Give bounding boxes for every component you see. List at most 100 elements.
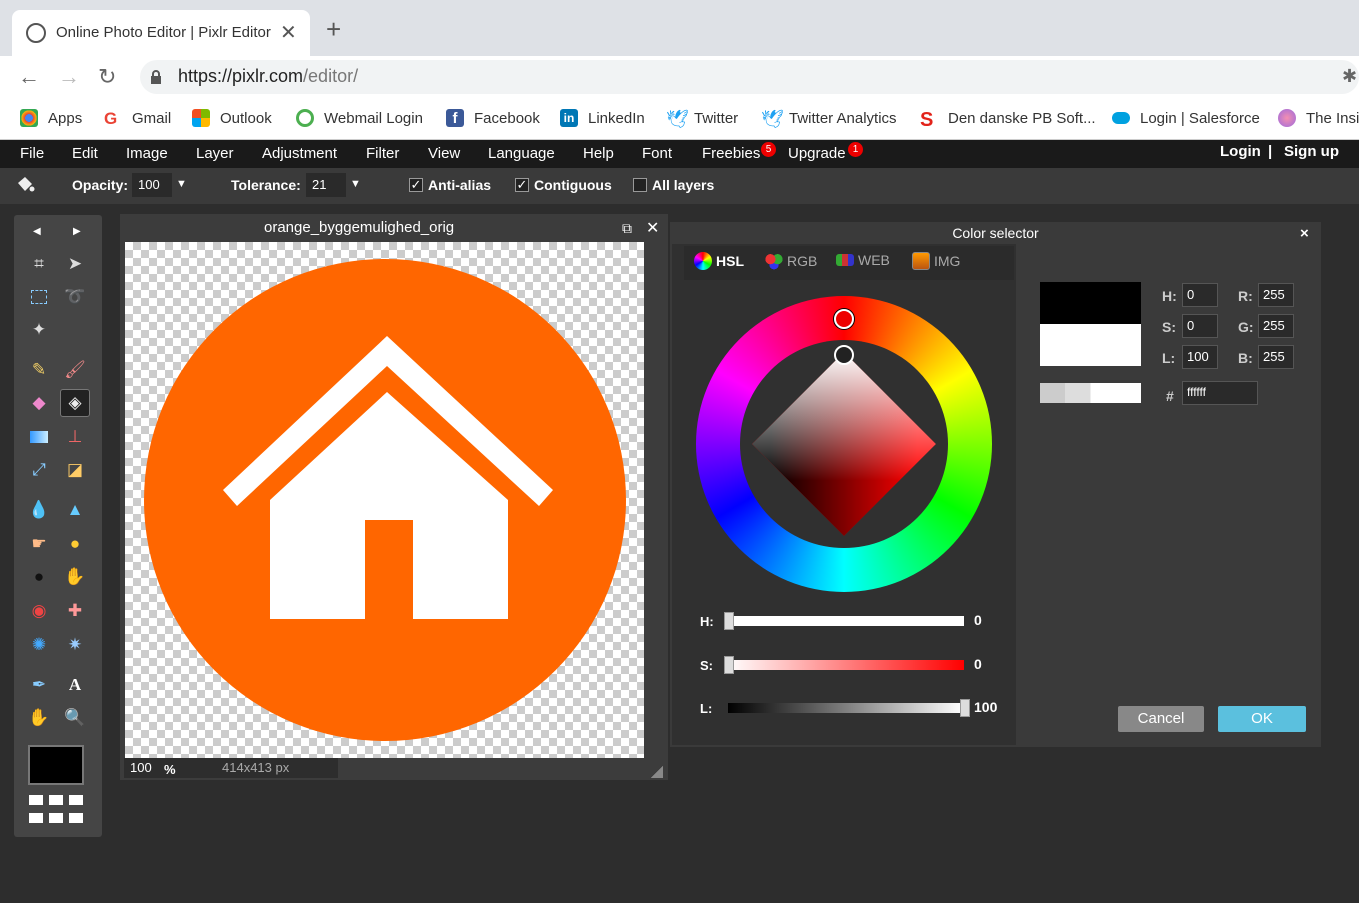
reload-icon[interactable]: ↻ [98, 64, 116, 90]
smudge-tool-icon[interactable]: ☛ [24, 530, 54, 558]
sponge-tool-icon[interactable]: ● [60, 530, 90, 558]
bookmark-the-insider[interactable]: The Insi [1278, 108, 1359, 128]
s-field[interactable]: 0 [1182, 314, 1218, 338]
move-tool-icon[interactable]: ➤ [60, 250, 90, 278]
blur-tool-icon[interactable]: 💧 [24, 496, 54, 524]
menu-image[interactable]: Image [126, 145, 168, 162]
l-slider-track[interactable] [728, 703, 964, 713]
bookmark-facebook[interactable]: f Facebook [446, 108, 540, 128]
ok-button[interactable]: OK [1218, 706, 1306, 732]
marquee-tool-icon[interactable] [24, 283, 54, 311]
eraser-tool-icon[interactable]: ◆ [24, 389, 54, 417]
hand-tool-icon[interactable]: ✋ [24, 704, 54, 732]
color-picker-tool-icon[interactable]: ✒ [24, 671, 54, 699]
bookmark-twitter-analytics[interactable]: 🕊 Twitter Analytics [761, 108, 897, 129]
pinch-tool-icon[interactable]: ✷ [60, 631, 90, 659]
zoom-tool-icon[interactable]: 🔍 [60, 704, 90, 732]
maximize-icon[interactable]: ⧉ [622, 220, 632, 237]
menu-file[interactable]: File [20, 145, 44, 162]
l-field[interactable]: 100 [1182, 345, 1218, 369]
foreground-color-swatch[interactable] [28, 745, 84, 785]
tolerance-dropdown-icon[interactable]: ▼ [350, 178, 361, 190]
tab-rgb[interactable]: RGB [765, 252, 817, 270]
bookmark-gmail[interactable]: G Gmail [104, 108, 171, 128]
back-arrow-icon[interactable]: ← [18, 64, 40, 90]
menu-filter[interactable]: Filter [366, 145, 399, 162]
bookmark-twitter[interactable]: 🕊 Twitter [666, 108, 738, 129]
lasso-tool-icon[interactable]: ➰ [60, 283, 90, 311]
h-slider-knob[interactable] [724, 612, 734, 630]
bookmark-linkedin[interactable]: in LinkedIn [560, 108, 645, 128]
bookmark-webmail[interactable]: Webmail Login [296, 108, 423, 128]
b-field[interactable]: 255 [1258, 345, 1294, 369]
g-field[interactable]: 255 [1258, 314, 1294, 338]
spot-heal-tool-icon[interactable]: ✚ [60, 597, 90, 625]
all-layers-checkbox[interactable] [633, 178, 647, 192]
login-link[interactable]: Login [1220, 143, 1261, 160]
zoom-value[interactable]: 100 [130, 760, 152, 775]
document-close-icon[interactable]: ✕ [646, 218, 659, 238]
extension-puzzle-icon[interactable]: ✱ [1342, 66, 1357, 87]
bookmark-salesforce[interactable]: Login | Salesforce [1112, 108, 1260, 128]
color-replace-tool-icon[interactable]: ⤢ [24, 456, 54, 484]
h-slider-track[interactable] [728, 616, 964, 626]
burn-tool-icon[interactable]: ✋ [60, 563, 90, 591]
bookmark-outlook[interactable]: Outlook [192, 108, 272, 128]
pencil-tool-icon[interactable]: ✎ [24, 356, 54, 384]
clone-stamp-tool-icon[interactable]: ⊥ [60, 423, 90, 451]
gradient-tool-icon[interactable] [24, 423, 54, 451]
bookmark-den-danske[interactable]: S Den danske PB Soft... [920, 108, 1096, 131]
image-canvas[interactable] [125, 242, 644, 758]
color-selector-title: Color selector [670, 222, 1321, 244]
new-tab-button[interactable]: + [326, 16, 341, 42]
tab-hsl[interactable]: HSL [694, 252, 744, 270]
browser-tab[interactable]: Online Photo Editor | Pixlr Editor ✕ [12, 10, 310, 56]
menu-view[interactable]: View [428, 145, 460, 162]
opacity-input[interactable]: 100 [132, 173, 172, 197]
opacity-dropdown-icon[interactable]: ▼ [176, 178, 187, 190]
drawing-tool-icon[interactable]: ◪ [60, 456, 90, 484]
menu-adjustment[interactable]: Adjustment [262, 145, 337, 162]
paint-bucket-tool-icon[interactable]: ◈ [60, 389, 90, 417]
resize-handle-icon[interactable] [651, 766, 663, 778]
red-eye-tool-icon[interactable]: ◉ [24, 597, 54, 625]
signup-link[interactable]: Sign up [1284, 143, 1339, 160]
menu-help[interactable]: Help [583, 145, 614, 162]
color-selector-close-icon[interactable]: × [1300, 225, 1309, 242]
hue-wheel-handle[interactable] [834, 309, 854, 329]
r-field[interactable]: 255 [1258, 283, 1294, 307]
bloat-tool-icon[interactable]: ✺ [24, 631, 54, 659]
cancel-button[interactable]: Cancel [1118, 706, 1204, 732]
tab-close-icon[interactable]: ✕ [280, 20, 297, 45]
hex-field[interactable]: ffffff [1182, 381, 1258, 405]
menu-font[interactable]: Font [642, 145, 672, 162]
menu-edit[interactable]: Edit [72, 145, 98, 162]
toolbox-right-arrow-icon[interactable]: ▶ [73, 226, 81, 237]
color-history-strip[interactable] [1040, 383, 1141, 403]
s-slider-track[interactable] [728, 660, 964, 670]
contiguous-checkbox[interactable]: ✓ [515, 178, 529, 192]
tolerance-input[interactable]: 21 [306, 173, 346, 197]
anti-alias-checkbox[interactable]: ✓ [409, 178, 423, 192]
forward-arrow-icon[interactable]: → [58, 64, 80, 90]
brush-tool-icon[interactable]: 🖌 [60, 356, 90, 384]
magic-wand-tool-icon[interactable]: ✦ [24, 316, 54, 344]
type-tool-icon[interactable]: A [60, 671, 90, 699]
menu-layer[interactable]: Layer [196, 145, 234, 162]
tab-web[interactable]: WEB [836, 252, 890, 268]
dodge-tool-icon[interactable]: ● [24, 563, 54, 591]
sl-handle[interactable] [834, 345, 854, 365]
url-text[interactable]: https://pixlr.com/editor/ [178, 66, 358, 87]
bookmark-apps[interactable]: Apps [20, 108, 82, 128]
h-field[interactable]: 0 [1182, 283, 1218, 307]
toolbox-left-arrow-icon[interactable]: ◀ [33, 226, 41, 237]
menu-language[interactable]: Language [488, 145, 555, 162]
sharpen-tool-icon[interactable]: ▲ [60, 496, 90, 524]
s-slider-knob[interactable] [724, 656, 734, 674]
menu-upgrade[interactable]: Upgrade [788, 145, 846, 162]
menu-freebies[interactable]: Freebies [702, 145, 760, 162]
crop-tool-icon[interactable]: ⌗ [24, 250, 54, 278]
tab-img[interactable]: IMG [912, 252, 960, 270]
grid-view-icon[interactable] [29, 795, 85, 825]
l-slider-knob[interactable] [960, 699, 970, 717]
